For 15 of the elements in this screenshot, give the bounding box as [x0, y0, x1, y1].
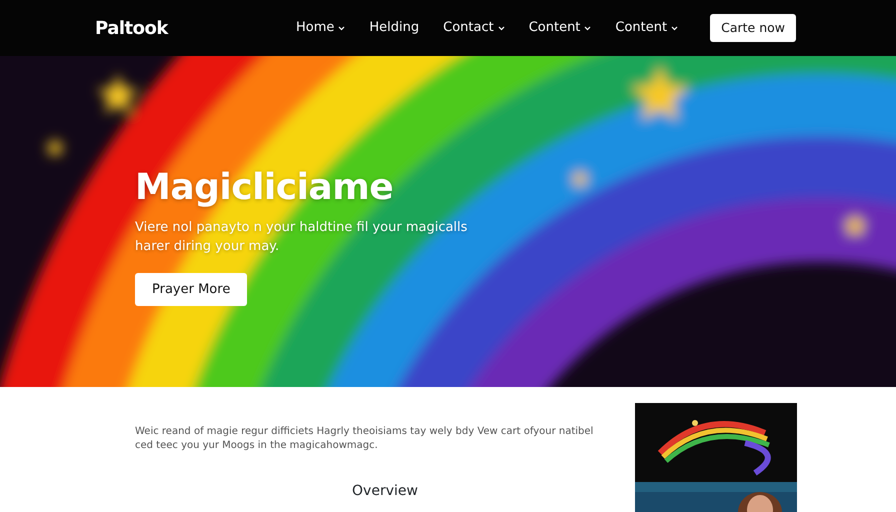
body-text: Weic reand of magie regur difficiets Hagrly theoisiams tay wely bdy Vew cart ofyour natibel ced teec you yur Moogs in the magicahowmagc. — [135, 425, 594, 453]
nav-link[interactable]: Content — [615, 18, 678, 38]
caret-icon[interactable] — [671, 26, 678, 30]
cta-button[interactable]: Carte now — [710, 14, 796, 42]
brand-logo[interactable]: Paltook — [95, 14, 168, 42]
hero-text: Viere nol panayto n your haldtine fil your magicalls harer diring your may. — [135, 219, 468, 256]
nav-link[interactable]: Helding — [369, 18, 420, 38]
section-heading: Overview — [351, 483, 419, 500]
caret-icon[interactable] — [584, 26, 592, 30]
caret-icon[interactable] — [498, 26, 505, 30]
nav-link[interactable]: Home — [296, 18, 346, 38]
nav-link[interactable]: Contact — [443, 18, 505, 38]
nav-link[interactable]: Content — [528, 18, 592, 38]
learn-more-button[interactable]: Prayer More — [135, 272, 248, 306]
caret-icon[interactable] — [338, 26, 346, 30]
